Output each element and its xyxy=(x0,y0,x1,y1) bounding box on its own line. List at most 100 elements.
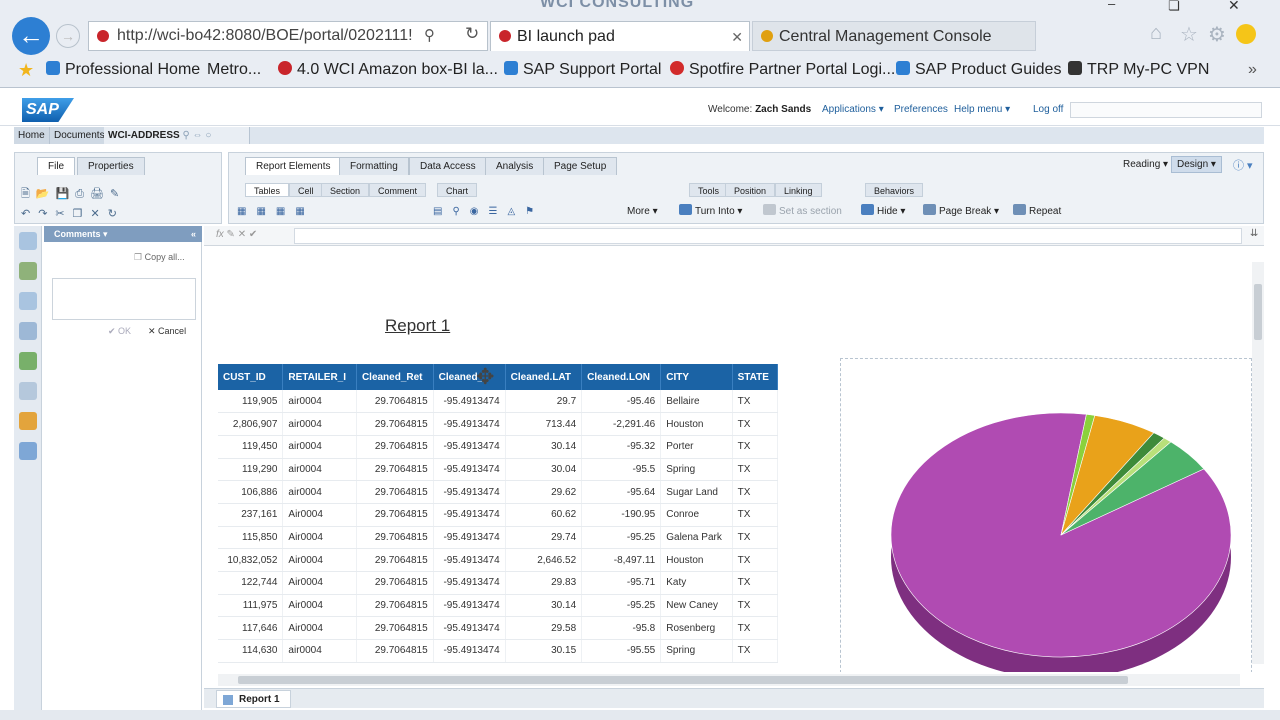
structure-icon[interactable] xyxy=(19,412,37,430)
table-cell[interactable]: 30.15 xyxy=(505,639,583,663)
back-button[interactable]: ← xyxy=(12,17,50,55)
column-header[interactable]: CUST_ID xyxy=(218,364,284,390)
table-cell[interactable]: Air0004 xyxy=(282,548,357,572)
table-cell[interactable]: Porter xyxy=(660,435,733,459)
cancel-button[interactable]: ✕ Cancel xyxy=(148,326,186,337)
input-controls-icon[interactable] xyxy=(19,292,37,310)
table-cell[interactable]: TX xyxy=(732,571,779,595)
table-cell[interactable]: -8,497.11 xyxy=(581,548,662,572)
turn-into-button[interactable]: Turn Into ▾ xyxy=(679,203,742,221)
table-row[interactable]: 106,886 air0004 29.7064815 -95.4913474 29.62… xyxy=(218,480,779,504)
table-cell[interactable]: TX xyxy=(732,412,779,436)
tab-data-access[interactable]: Data Access xyxy=(409,157,487,175)
subtab-tables[interactable]: Tables xyxy=(245,183,290,197)
table-cell[interactable]: 2,806,907 xyxy=(218,412,284,436)
subtab-chart[interactable]: Chart xyxy=(437,183,478,197)
table-cell[interactable]: 106,886 xyxy=(218,480,284,504)
table-cell[interactable]: 30.04 xyxy=(505,458,583,482)
column-header[interactable]: Cleaned_Ret xyxy=(356,364,434,390)
table-cell[interactable]: Air0004 xyxy=(282,594,357,618)
table-row[interactable]: 122,744 Air0004 29.7064815 -95.4913474 29.83… xyxy=(218,571,779,595)
document-summary-icon[interactable] xyxy=(19,232,37,250)
column-header[interactable]: Cleaned.LON xyxy=(581,364,662,390)
table-cell[interactable]: 115,850 xyxy=(218,526,284,550)
star-icon[interactable]: ☆ xyxy=(1180,22,1198,47)
close-window-icon[interactable]: ✕ xyxy=(1228,0,1240,14)
table-row[interactable]: 119,450 air0004 29.7064815 -95.4913474 30.14… xyxy=(218,435,779,459)
table-cell[interactable]: -95.25 xyxy=(581,526,662,550)
table-cell[interactable]: -95.4913474 xyxy=(433,412,506,436)
table-cell[interactable]: Galena Park xyxy=(660,526,733,550)
table-cell[interactable]: -95.4913474 xyxy=(433,480,506,504)
table-cell[interactable]: -95.4913474 xyxy=(433,503,506,527)
restore-icon[interactable]: ❏ xyxy=(1168,0,1180,14)
table-cell[interactable]: Air0004 xyxy=(282,503,357,527)
applications-menu[interactable]: Applications ▾ xyxy=(822,104,884,115)
formula-icon[interactable]: fx ✎ ✕ ✔ xyxy=(216,229,257,240)
table-cell[interactable]: 29.83 xyxy=(505,571,583,595)
table-cell[interactable]: -95.4913474 xyxy=(433,594,506,618)
table-cell[interactable]: New Caney xyxy=(660,594,733,618)
ok-button[interactable]: ✔ OK xyxy=(108,326,131,337)
table-cell[interactable]: -95.4913474 xyxy=(433,458,506,482)
tab-properties[interactable]: Properties xyxy=(77,157,145,175)
subtab-behaviors[interactable]: Behaviors xyxy=(865,183,924,197)
table-cell[interactable]: 29.7064815 xyxy=(356,571,434,595)
minimize-icon[interactable]: – xyxy=(1108,0,1115,11)
subtab-position[interactable]: Position xyxy=(725,183,776,197)
subtab-section[interactable]: Section xyxy=(321,183,370,197)
nav-documents[interactable]: Documents xyxy=(50,127,110,144)
table-row[interactable]: 115,850 Air0004 29.7064815 -95.4913474 29.74… xyxy=(218,526,779,550)
table-row[interactable]: 119,905 air0004 29.7064815 -95.4913474 29.7-… xyxy=(218,390,779,414)
column-header[interactable]: Cleaned.LAT xyxy=(505,364,583,390)
scroll-thumb[interactable] xyxy=(238,676,1128,684)
table-cell[interactable]: 29.7064815 xyxy=(356,548,434,572)
report-icon[interactable] xyxy=(19,382,37,400)
edit-toolbar-icons[interactable]: ↶↷✂❐✕↻ xyxy=(21,207,125,220)
table-cell[interactable]: 119,450 xyxy=(218,435,284,459)
table-cell[interactable]: air0004 xyxy=(282,390,357,414)
table-cell[interactable]: 2,646.52 xyxy=(505,548,583,572)
table-cell[interactable]: -95.4913474 xyxy=(433,548,506,572)
table-cell[interactable]: 29.7064815 xyxy=(356,412,434,436)
table-cell[interactable]: TX xyxy=(732,458,779,482)
table-cell[interactable]: 30.14 xyxy=(505,594,583,618)
logoff-link[interactable]: Log off xyxy=(1033,104,1063,115)
table-cell[interactable]: -95.4913474 xyxy=(433,616,506,641)
table-cell[interactable]: -95.46 xyxy=(581,390,662,414)
table-cell[interactable]: 29.58 xyxy=(505,616,583,641)
subtab-cell[interactable]: Cell xyxy=(289,183,323,197)
table-cell[interactable]: 111,975 xyxy=(218,594,284,618)
tab-page-setup[interactable]: Page Setup xyxy=(543,157,618,175)
comment-input[interactable] xyxy=(52,278,196,320)
table-row[interactable]: 114,630 air0004 29.7064815 -95.4913474 30.15… xyxy=(218,639,779,663)
table-cell[interactable]: 29.7064815 xyxy=(356,526,434,550)
table-row[interactable]: 2,806,907 air0004 29.7064815 -95.4913474 713… xyxy=(218,412,779,436)
favorite-sap-guides[interactable]: SAP Product Guides xyxy=(896,56,1061,84)
copy-all-button[interactable]: ❐ Copy all... xyxy=(134,252,185,263)
table-cell[interactable]: -95.25 xyxy=(581,594,662,618)
report-tab[interactable]: Report 1 xyxy=(216,690,291,708)
scroll-thumb[interactable] xyxy=(1254,284,1262,340)
table-cell[interactable]: -95.4913474 xyxy=(433,390,506,414)
table-cell[interactable]: TX xyxy=(732,390,779,414)
table-cell[interactable]: Air0004 xyxy=(282,616,357,641)
nav-home[interactable]: Home xyxy=(14,127,50,144)
table-row[interactable]: 119,290 air0004 29.7064815 -95.4913474 30.04… xyxy=(218,458,779,482)
table-cell[interactable]: 29.7064815 xyxy=(356,594,434,618)
repeat-button[interactable]: Repeat xyxy=(1013,203,1061,221)
chevron-right-icon[interactable]: » xyxy=(1248,56,1257,84)
tab-file[interactable]: File xyxy=(37,157,76,175)
table-cell[interactable]: 29.74 xyxy=(505,526,583,550)
table-cell[interactable]: 29.7064815 xyxy=(356,480,434,504)
chart-type-icons[interactable]: ▤⚲◉☰◬⚑ xyxy=(433,203,544,221)
table-cell[interactable]: -95.4913474 xyxy=(433,571,506,595)
table-cell[interactable]: -95.4913474 xyxy=(433,639,506,663)
header-search-input[interactable] xyxy=(1070,102,1262,118)
table-cell[interactable]: air0004 xyxy=(282,435,357,459)
table-cell[interactable]: 119,905 xyxy=(218,390,284,414)
table-cell[interactable]: 122,744 xyxy=(218,571,284,595)
table-cell[interactable]: -95.55 xyxy=(581,639,662,663)
table-cell[interactable]: Rosenberg xyxy=(660,616,733,641)
navigation-map-icon[interactable] xyxy=(19,262,37,280)
